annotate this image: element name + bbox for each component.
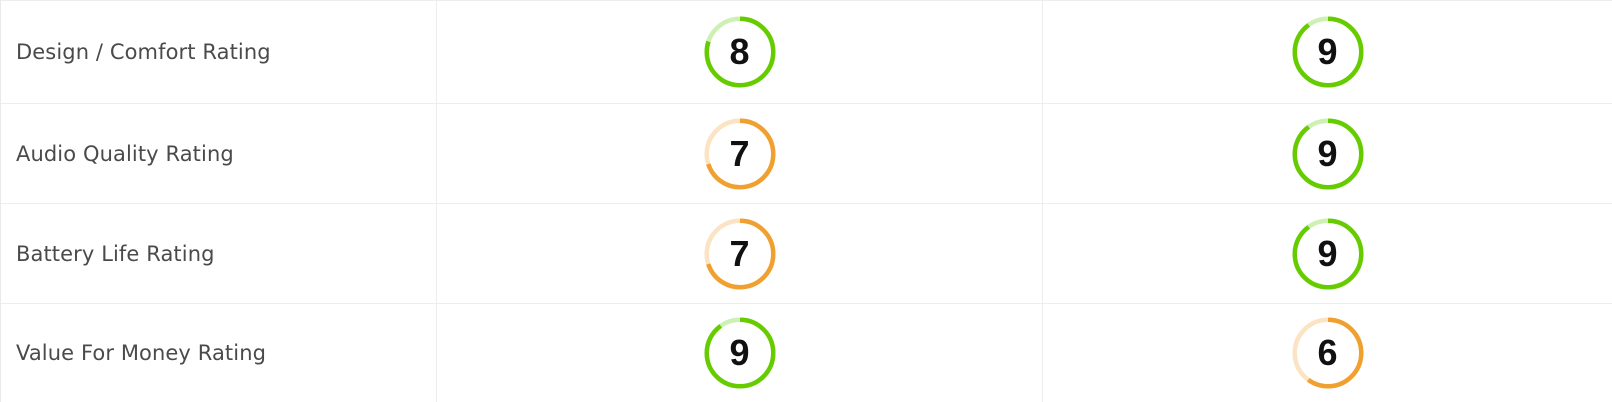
product-1-score-cell: 7 bbox=[437, 204, 1043, 303]
product-1-score-cell: 9 bbox=[437, 304, 1043, 402]
score-value: 8 bbox=[729, 31, 750, 72]
product-2-score-cell: 9 bbox=[1043, 1, 1612, 103]
ratings-comparison-table: Design / Comfort Rating 8 9 Audio Qualit… bbox=[0, 0, 1612, 402]
score-ring: 7 bbox=[704, 218, 776, 290]
product-2-score-cell: 6 bbox=[1043, 304, 1612, 402]
rating-label: Battery Life Rating bbox=[1, 204, 437, 303]
score-value: 9 bbox=[1317, 132, 1338, 174]
score-ring: 6 bbox=[1292, 317, 1364, 389]
score-ring: 9 bbox=[1292, 118, 1364, 190]
score-value: 7 bbox=[729, 132, 750, 174]
score-ring: 9 bbox=[1292, 218, 1364, 290]
score-value: 9 bbox=[1317, 31, 1338, 72]
product-1-score-cell: 8 bbox=[437, 1, 1043, 103]
table-row: Battery Life Rating 7 9 bbox=[1, 203, 1612, 303]
score-value: 7 bbox=[729, 232, 750, 274]
rating-label: Audio Quality Rating bbox=[1, 104, 437, 203]
rating-label: Value For Money Rating bbox=[1, 304, 437, 402]
table-row: Design / Comfort Rating 8 9 bbox=[1, 0, 1612, 103]
score-value: 9 bbox=[729, 332, 750, 373]
rating-label: Design / Comfort Rating bbox=[1, 1, 437, 103]
score-value: 6 bbox=[1317, 332, 1338, 373]
score-ring: 9 bbox=[1292, 16, 1364, 88]
table-row: Audio Quality Rating 7 9 bbox=[1, 103, 1612, 203]
product-1-score-cell: 7 bbox=[437, 104, 1043, 203]
score-value: 9 bbox=[1317, 232, 1338, 274]
product-2-score-cell: 9 bbox=[1043, 104, 1612, 203]
product-2-score-cell: 9 bbox=[1043, 204, 1612, 303]
score-ring: 7 bbox=[704, 118, 776, 190]
score-ring: 8 bbox=[704, 16, 776, 88]
score-ring: 9 bbox=[704, 317, 776, 389]
table-row: Value For Money Rating 9 6 bbox=[1, 303, 1612, 402]
